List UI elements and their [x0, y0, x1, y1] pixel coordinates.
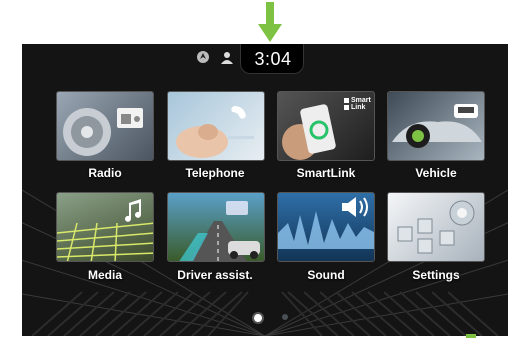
- smartlink-badge-line1: Smart: [351, 97, 371, 104]
- green-marker: [466, 334, 476, 338]
- speaker-icon: [278, 197, 374, 249]
- car-icon: [392, 104, 482, 148]
- menu-label-radio: Radio: [88, 166, 122, 180]
- menu-label-smartlink: SmartLink: [296, 166, 356, 180]
- menu-tile-telephone[interactable]: [167, 91, 265, 161]
- radio-icon: [63, 108, 143, 156]
- menu-tile-driver-assist[interactable]: [167, 192, 265, 262]
- menu-tile-settings[interactable]: [387, 192, 485, 262]
- menu-tile-radio[interactable]: [56, 91, 154, 161]
- menu-tile-media[interactable]: [56, 192, 154, 262]
- menu-label-sound: Sound: [307, 268, 345, 282]
- page-dot-active[interactable]: [252, 312, 264, 324]
- arrow-down-icon: [258, 2, 282, 42]
- page-dot[interactable]: [282, 314, 288, 320]
- status-bar: 3:04: [22, 44, 508, 74]
- clock: 3:04: [254, 49, 292, 69]
- navigation-status-icon: [197, 51, 209, 63]
- clock-tab[interactable]: 3:04: [240, 44, 304, 74]
- user-profile-icon[interactable]: [220, 50, 234, 64]
- menu-label-driver-assist: Driver assist.: [177, 268, 253, 282]
- menu-label-media: Media: [87, 268, 122, 282]
- menu-label-telephone: Telephone: [185, 166, 245, 180]
- phone-icon: [176, 106, 254, 158]
- background-rays: [22, 189, 508, 336]
- menu-tile-sound[interactable]: [277, 192, 375, 262]
- menu-tile-smartlink[interactable]: Smart Link: [277, 91, 375, 161]
- menu-label-settings: Settings: [412, 268, 460, 282]
- infotainment-screen: 3:04 Radio Telephone Smart Link SmartLin…: [22, 44, 508, 336]
- smartlink-badge-line2: Link: [351, 104, 366, 111]
- menu-tile-vehicle[interactable]: [387, 91, 485, 161]
- menu-label-vehicle: Vehicle: [415, 166, 457, 180]
- music-note-icon: [57, 199, 153, 261]
- gear-icon: [397, 200, 475, 254]
- driver-assist-icon: [179, 201, 260, 261]
